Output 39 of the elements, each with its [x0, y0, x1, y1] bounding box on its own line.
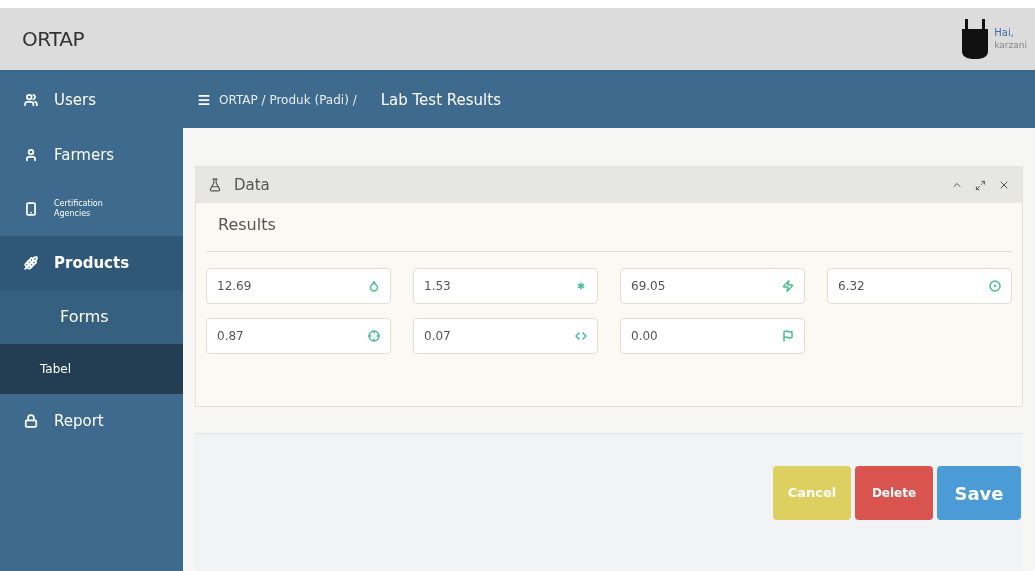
sidebar-item[interactable]: Certification Agencies: [0, 182, 183, 236]
expand-icon[interactable]: [975, 179, 986, 191]
input-field[interactable]: 6.32: [827, 268, 1012, 304]
drop-icon: [368, 280, 380, 292]
sidebar-item[interactable]: Farmers: [0, 128, 183, 182]
section-heading: Results: [218, 215, 276, 234]
sidebar-subitem[interactable]: Forms: [0, 290, 183, 344]
crosshair-icon: [368, 330, 380, 342]
wheat-icon: [24, 256, 38, 270]
close-icon[interactable]: [998, 179, 1010, 191]
sidebar-item[interactable]: Users: [0, 72, 183, 128]
breadcrumb-path[interactable]: ORTAP / Produk (Padi) /: [219, 91, 357, 109]
avatar-icon: [960, 19, 991, 59]
circle-icon: [989, 280, 1001, 292]
bolt-icon: [782, 280, 794, 292]
user-name: karzani: [994, 39, 1027, 51]
delete-button[interactable]: Delete: [855, 466, 933, 520]
person-icon: [24, 148, 38, 162]
input-field[interactable]: 1.53: [413, 268, 598, 304]
phone-icon: [24, 202, 38, 216]
code-icon: [575, 330, 587, 342]
lock-icon: [24, 414, 38, 428]
input-field[interactable]: 12.69: [206, 268, 391, 304]
menu-icon[interactable]: [197, 93, 211, 107]
flag-icon: [782, 330, 794, 342]
page-title: Lab Test Results: [380, 89, 501, 111]
sidebar-subitem[interactable]: Tabel: [0, 344, 183, 394]
input-field[interactable]: 69.05: [620, 268, 805, 304]
brand-logo: ORTAP: [22, 26, 85, 53]
input-field[interactable]: 0.07: [413, 318, 598, 354]
input-field[interactable]: 0.00: [620, 318, 805, 354]
input-field[interactable]: 0.87: [206, 318, 391, 354]
flask-icon: [208, 178, 222, 192]
sidebar-item[interactable]: Products: [0, 236, 183, 290]
users-icon: [24, 93, 38, 107]
user-greeting: Hai,: [994, 27, 1015, 39]
sidebar-item[interactable]: Report: [0, 394, 183, 448]
panel-title: Data: [234, 174, 270, 196]
asterisk-icon: [575, 280, 587, 292]
